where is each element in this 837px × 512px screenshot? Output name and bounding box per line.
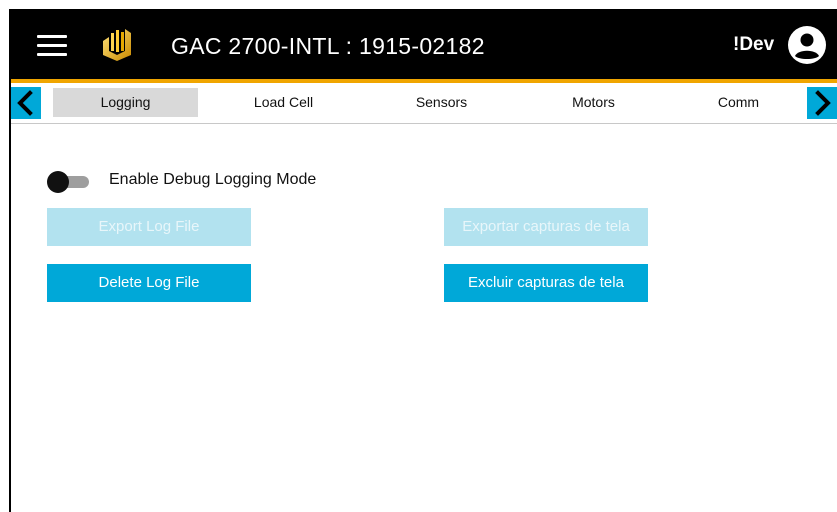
top-app-bar: GAC 2700-INTL : 1915-02182 !Dev	[11, 9, 837, 79]
export-screenshots-button[interactable]: Exportar capturas de tela	[444, 208, 648, 246]
app-window: GAC 2700-INTL : 1915-02182 !Dev Logging …	[9, 9, 837, 512]
chevron-left-icon	[17, 90, 33, 116]
debug-logging-label: Enable Debug Logging Mode	[109, 171, 317, 188]
delete-log-file-button[interactable]: Delete Log File	[47, 264, 251, 302]
tab-load-cell[interactable]: Load Cell	[211, 88, 356, 117]
account-circle-icon[interactable]	[787, 25, 827, 65]
toggle-knob	[47, 171, 69, 193]
tab-motors[interactable]: Motors	[521, 88, 666, 117]
tab-comm[interactable]: Comm	[666, 88, 811, 117]
debug-logging-toggle[interactable]	[47, 170, 93, 194]
chevron-right-icon	[815, 90, 831, 116]
hamburger-menu-icon[interactable]	[37, 35, 67, 57]
export-log-file-button[interactable]: Export Log File	[47, 208, 251, 246]
dev-mode-label[interactable]: !Dev	[733, 34, 774, 56]
tab-logging[interactable]: Logging	[53, 88, 198, 117]
device-title: GAC 2700-INTL : 1915-02182	[171, 33, 485, 59]
tab-bar: Logging Load Cell Sensors Motors Comm	[11, 83, 837, 124]
logo-icon	[103, 29, 131, 61]
tab-sensors[interactable]: Sensors	[369, 88, 514, 117]
delete-screenshots-button[interactable]: Excluir capturas de tela	[444, 264, 648, 302]
tab-scroll-left-button[interactable]	[11, 87, 41, 119]
tab-scroll-right-button[interactable]	[807, 87, 837, 119]
